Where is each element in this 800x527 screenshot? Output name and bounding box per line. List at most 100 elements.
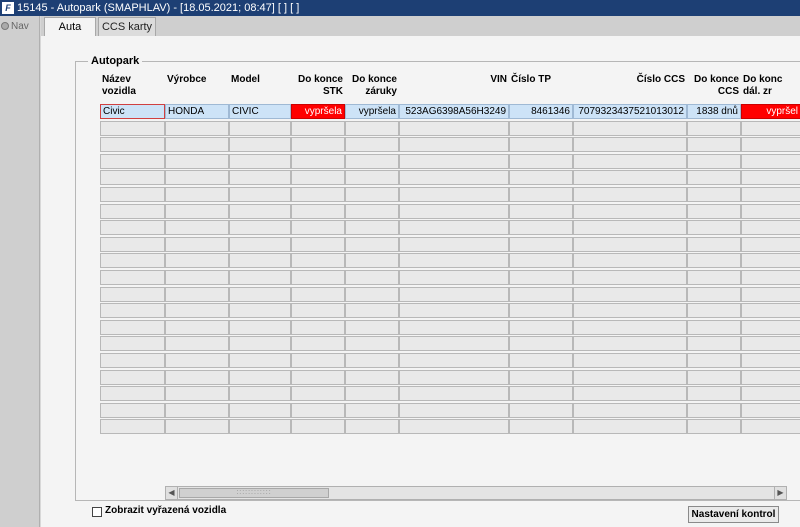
- table-cell[interactable]: [573, 137, 687, 153]
- table-row[interactable]: [100, 220, 800, 236]
- table-cell[interactable]: 1838 dnů: [687, 104, 741, 119]
- table-cell[interactable]: [229, 336, 291, 352]
- table-cell[interactable]: [165, 336, 229, 352]
- table-row[interactable]: [100, 402, 800, 418]
- table-cell[interactable]: [573, 253, 687, 269]
- table-cell[interactable]: 8461346: [509, 104, 573, 119]
- table-row[interactable]: [100, 353, 800, 368]
- table-cell[interactable]: [229, 187, 291, 202]
- table-cell[interactable]: vypršela: [345, 104, 399, 119]
- table-cell[interactable]: [100, 369, 165, 385]
- table-cell[interactable]: [345, 236, 399, 252]
- table-cell[interactable]: [741, 402, 800, 418]
- table-cell[interactable]: [741, 253, 800, 269]
- table-cell[interactable]: [741, 236, 800, 252]
- table-cell[interactable]: [573, 353, 687, 368]
- table-cell[interactable]: [509, 353, 573, 368]
- table-row[interactable]: [100, 369, 800, 385]
- table-cell[interactable]: [100, 137, 165, 153]
- table-cell[interactable]: [509, 137, 573, 153]
- table-cell[interactable]: [687, 120, 741, 136]
- table-row[interactable]: [100, 319, 800, 335]
- table-row[interactable]: [100, 170, 800, 186]
- table-cell[interactable]: [741, 153, 800, 169]
- table-cell[interactable]: [573, 369, 687, 385]
- table-cell[interactable]: [399, 386, 509, 402]
- table-cell[interactable]: [399, 187, 509, 202]
- control-settings-button[interactable]: Nastavení kontrol: [688, 506, 779, 523]
- table-cell[interactable]: [687, 369, 741, 385]
- table-cell[interactable]: [100, 419, 165, 435]
- table-cell[interactable]: [741, 270, 800, 285]
- table-cell[interactable]: [399, 170, 509, 186]
- table-cell[interactable]: [687, 353, 741, 368]
- table-cell[interactable]: [291, 253, 345, 269]
- table-cell[interactable]: [741, 286, 800, 302]
- table-cell[interactable]: [345, 319, 399, 335]
- table-row[interactable]: [100, 153, 800, 169]
- table-cell[interactable]: [687, 270, 741, 285]
- table-cell[interactable]: [573, 286, 687, 302]
- table-cell[interactable]: [345, 220, 399, 236]
- table-cell[interactable]: [399, 286, 509, 302]
- table-row[interactable]: [100, 137, 800, 153]
- table-cell[interactable]: [229, 220, 291, 236]
- table-cell[interactable]: vypršela: [291, 104, 345, 119]
- table-cell[interactable]: [573, 303, 687, 319]
- table-cell[interactable]: [165, 419, 229, 435]
- table-cell[interactable]: [399, 369, 509, 385]
- table-cell[interactable]: [100, 303, 165, 319]
- table-cell[interactable]: [345, 253, 399, 269]
- table-cell[interactable]: [100, 402, 165, 418]
- table-cell[interactable]: [291, 270, 345, 285]
- table-cell[interactable]: HONDA: [165, 104, 229, 119]
- table-cell[interactable]: [229, 419, 291, 435]
- tab-ccs-karty[interactable]: CCS karty: [98, 17, 156, 36]
- table-cell[interactable]: [345, 386, 399, 402]
- table-cell[interactable]: [165, 220, 229, 236]
- table-cell[interactable]: [573, 187, 687, 202]
- table-cell[interactable]: [687, 137, 741, 153]
- table-cell[interactable]: [399, 220, 509, 236]
- table-cell[interactable]: [165, 319, 229, 335]
- table-cell[interactable]: [345, 419, 399, 435]
- table-cell[interactable]: [573, 220, 687, 236]
- table-cell[interactable]: [345, 153, 399, 169]
- table-cell[interactable]: [291, 402, 345, 418]
- table-cell[interactable]: [100, 253, 165, 269]
- table-cell[interactable]: [741, 319, 800, 335]
- table-cell[interactable]: [229, 319, 291, 335]
- table-cell[interactable]: [165, 137, 229, 153]
- table-cell[interactable]: [229, 270, 291, 285]
- table-cell[interactable]: [687, 303, 741, 319]
- column-header-7[interactable]: Číslo TP: [511, 74, 571, 86]
- table-cell[interactable]: [687, 187, 741, 202]
- table-row[interactable]: [100, 120, 800, 136]
- table-cell[interactable]: [509, 336, 573, 352]
- table-cell[interactable]: [687, 253, 741, 269]
- column-header-8[interactable]: Číslo CCS: [575, 74, 685, 86]
- table-cell[interactable]: [509, 386, 573, 402]
- table-cell[interactable]: [573, 203, 687, 219]
- table-cell[interactable]: [229, 120, 291, 136]
- table-cell[interactable]: [165, 153, 229, 169]
- table-cell[interactable]: [687, 286, 741, 302]
- table-cell[interactable]: [291, 303, 345, 319]
- table-row[interactable]: [100, 419, 800, 435]
- table-cell[interactable]: [345, 187, 399, 202]
- table-cell[interactable]: [345, 120, 399, 136]
- column-header-3[interactable]: Model: [231, 74, 289, 86]
- horizontal-scrollbar[interactable]: ◀ :::::::::::: ▶: [165, 486, 787, 500]
- table-cell[interactable]: [509, 270, 573, 285]
- table-cell[interactable]: [291, 236, 345, 252]
- table-cell[interactable]: [229, 286, 291, 302]
- table-row[interactable]: [100, 253, 800, 269]
- table-cell[interactable]: [509, 187, 573, 202]
- table-cell[interactable]: [345, 369, 399, 385]
- table-cell[interactable]: [741, 353, 800, 368]
- table-cell[interactable]: [573, 236, 687, 252]
- table-cell[interactable]: [229, 170, 291, 186]
- table-cell[interactable]: [100, 203, 165, 219]
- table-cell[interactable]: [399, 236, 509, 252]
- table-row[interactable]: Civic HONDA CIVIC vypršela vypršela 523AG6398…: [100, 104, 800, 119]
